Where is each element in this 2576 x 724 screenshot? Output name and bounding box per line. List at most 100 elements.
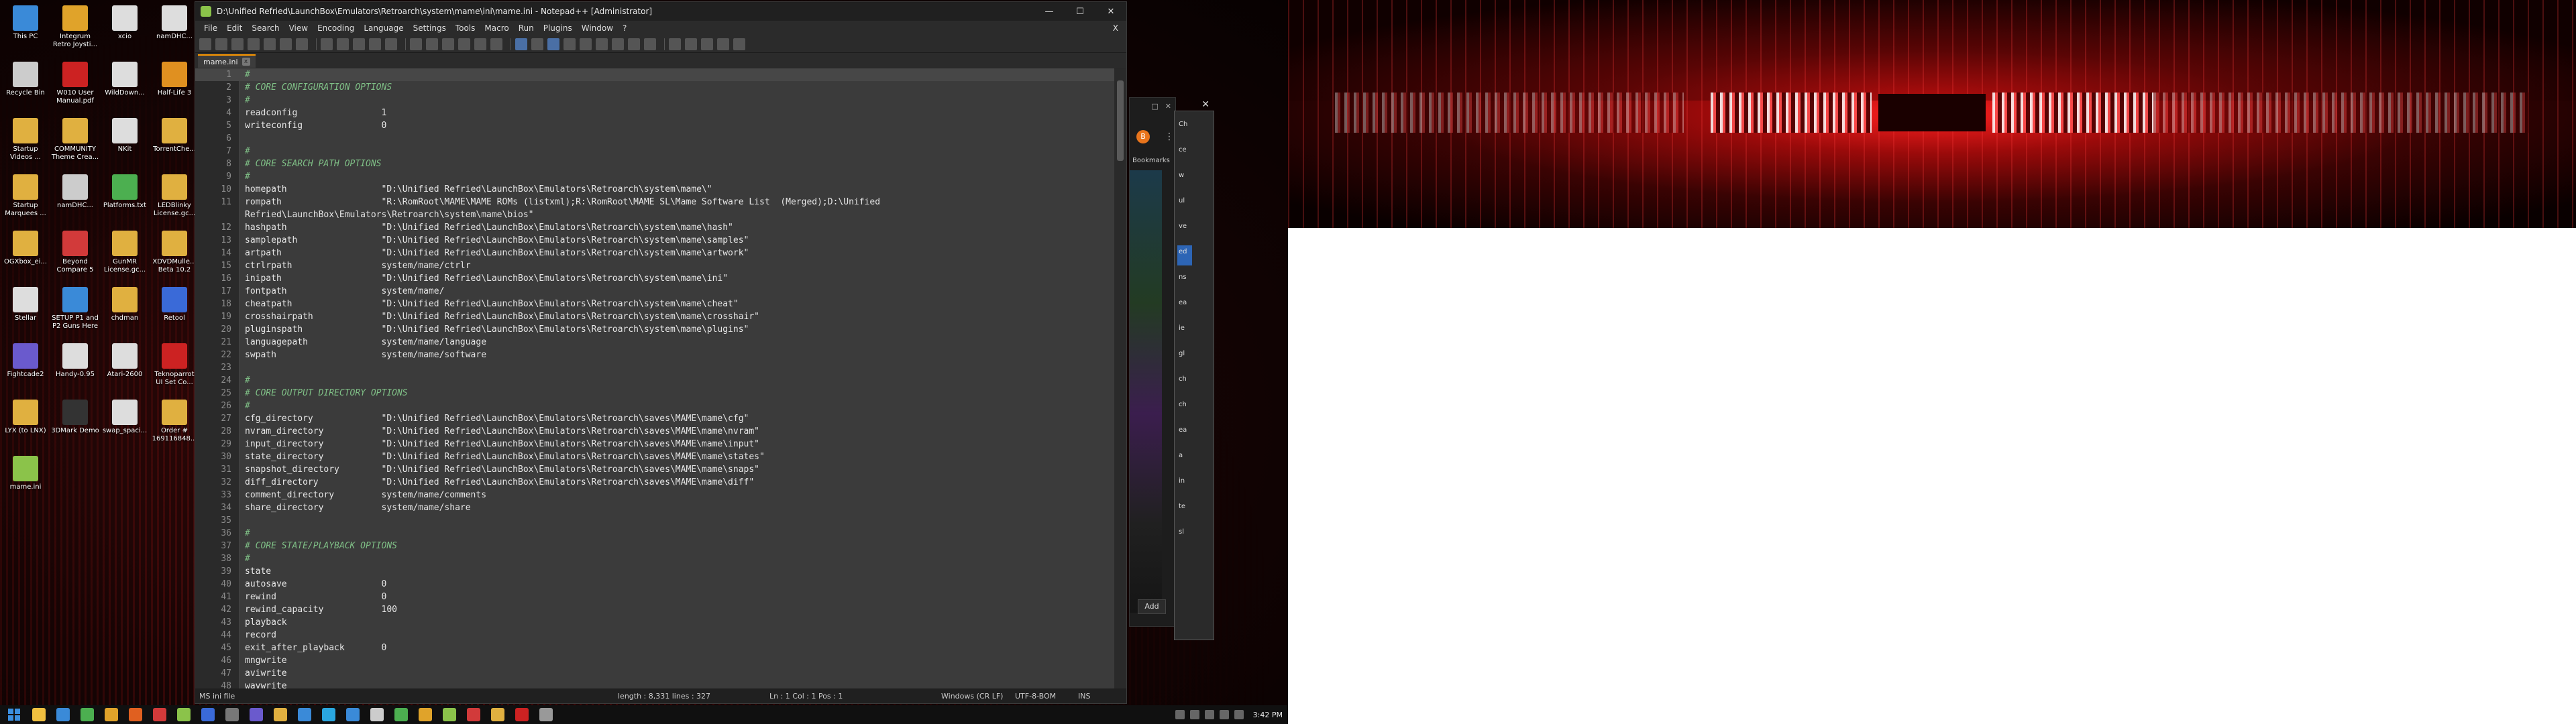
side-list-item[interactable]: ie [1179,324,1185,332]
desktop-icon[interactable]: Fightcade2 [1,343,50,379]
add-button[interactable]: Add [1138,599,1166,614]
tab-mame-ini[interactable]: mame.ini x [198,54,256,68]
side-list-item[interactable]: ea [1179,426,1187,434]
save-icon[interactable] [231,38,244,50]
desktop-icon[interactable]: Integrum Retro Joysti... [51,5,99,49]
start-button-icon[interactable] [8,709,20,721]
side-list-item[interactable]: ns [1179,274,1187,281]
find-icon[interactable] [410,38,422,50]
more-options-icon[interactable]: ⋮ [1165,131,1174,142]
maximize-button[interactable]: ☐ [1065,2,1095,21]
side-list-item[interactable]: in [1179,477,1185,485]
code-line[interactable]: 6 [195,132,1114,145]
udl-icon[interactable] [564,38,576,50]
desktop-icon[interactable]: SETUP P1 and P2 Guns Here [51,287,99,330]
code-line[interactable]: 42 rewind_capacity 100 [195,603,1114,616]
desktop-icon[interactable]: Stellar [1,287,50,322]
record-macro-icon[interactable] [669,38,681,50]
code-line[interactable]: 30 state_directory "D:\Unified Refried\La… [195,450,1114,463]
monitoring-icon[interactable] [644,38,656,50]
code-line[interactable]: 29 input_directory "D:\Unified Refried\La… [195,438,1114,450]
clock[interactable]: 3:42 PM [1253,711,1283,719]
code-line[interactable]: 39 state [195,565,1114,578]
code-line[interactable]: 18 cheatpath "D:\Unified Refried\LaunchBo… [195,298,1114,310]
taskbar-app-icon[interactable] [32,708,46,721]
desktop-icon[interactable]: Atari-2600 [101,343,149,379]
code-line[interactable]: 24 # [195,374,1114,387]
desktop-icon[interactable]: mame.ini [1,456,50,491]
menu-help[interactable]: ? [618,23,631,33]
taskbar-app-icon[interactable] [201,708,215,721]
side-list-item[interactable]: a [1179,452,1183,459]
zoom-out-icon[interactable] [458,38,470,50]
code-line[interactable]: 47 aviwrite [195,667,1114,680]
desktop-icon[interactable]: namDHC... [150,5,199,41]
play-macro-multiple-icon[interactable] [717,38,729,50]
tray-icon[interactable] [1175,710,1185,719]
panel-restore-button[interactable]: □ [1151,102,1158,114]
close-icon[interactable] [264,38,276,50]
desktop-icon[interactable]: W010 User Manual.pdf [51,62,99,105]
side-list-item[interactable]: ul [1179,197,1185,204]
desktop-icon[interactable]: NKit [101,118,149,154]
panel-close-button[interactable]: ✕ [1165,102,1171,114]
status-encoding[interactable]: UTF-8-BOM [1015,692,1056,701]
folder-workspace-icon[interactable] [628,38,640,50]
desktop-icon[interactable]: 3DMark Demo [51,400,99,435]
side-list-item[interactable]: ve [1179,223,1187,230]
code-line[interactable]: 20 pluginspath "D:\Unified Refried\Launch… [195,323,1114,336]
code-line[interactable]: 10 homepath "D:\Unified Refried\LaunchBox… [195,183,1114,196]
vertical-scrollbar[interactable] [1114,68,1126,688]
taskbar-app-icon[interactable] [346,708,360,721]
taskbar-app-icon[interactable] [491,708,504,721]
code-line[interactable]: 27 cfg_directory "D:\Unified Refried\Laun… [195,412,1114,425]
doc-list-icon[interactable] [596,38,608,50]
menu-language[interactable]: Language [359,23,408,33]
zoom-in-icon[interactable] [442,38,454,50]
function-list-icon[interactable] [612,38,624,50]
open-file-icon[interactable] [215,38,227,50]
redo-icon[interactable] [385,38,397,50]
desktop-icon[interactable]: namDHC... [51,174,99,210]
taskbar-app-icon[interactable] [539,708,553,721]
paste-icon[interactable] [353,38,365,50]
desktop-icon[interactable]: TorrentChe... [150,118,199,154]
menu-file[interactable]: File [199,23,222,33]
code-line[interactable]: 33 comment_directory system/mame/comments [195,489,1114,501]
taskbar-app-icon[interactable] [129,708,142,721]
desktop-icon[interactable]: Handy-0.95 [51,343,99,379]
indent-guide-icon[interactable] [547,38,559,50]
desktop-icon[interactable]: XDVDMulle... Beta 10.2 [150,231,199,274]
code-line[interactable]: 31 snapshot_directory "D:\Unified Refried… [195,463,1114,476]
desktop-icon[interactable]: Startup Videos ... [1,118,50,162]
new-file-icon[interactable] [199,38,211,50]
code-line[interactable]: 37 # CORE STATE/PLAYBACK OPTIONS [195,540,1114,552]
code-line[interactable]: 4 readconfig 1 [195,107,1114,119]
taskbar-app-icon[interactable] [322,708,335,721]
save-all-icon[interactable] [248,38,260,50]
volume-icon[interactable] [1234,710,1244,719]
close-all-icon[interactable] [280,38,292,50]
code-line[interactable]: 21 languagepath system/mame/language [195,336,1114,349]
side-list-item[interactable]: ch [1179,375,1187,383]
close-window-button[interactable]: ✕ [1095,2,1126,21]
code-line[interactable]: 46 mngwrite [195,654,1114,667]
desktop-icon[interactable]: Startup Marquees ... [1,174,50,218]
desktop-icon[interactable]: Half-Life 3 [150,62,199,97]
code-line[interactable]: 23 [195,361,1114,374]
copy-icon[interactable] [337,38,349,50]
code-line[interactable]: 7 # [195,145,1114,158]
taskbar-app-icon[interactable] [105,708,118,721]
code-line[interactable]: 17 fontpath system/mame/ [195,285,1114,298]
desktop-icon[interactable]: Recycle Bin [1,62,50,97]
editor-area[interactable]: 1 #2 # CORE CONFIGURATION OPTIONS 3 #4 readco… [195,68,1114,688]
desktop-icon[interactable]: xcio [101,5,149,41]
scrollbar-thumb[interactable] [1117,80,1124,161]
menu-edit[interactable]: Edit [222,23,247,33]
code-line[interactable]: 35 [195,514,1114,527]
side-window-close-button[interactable]: ✕ [1201,99,1210,110]
code-line[interactable]: 12 hashpath "D:\Unified Refried\LaunchBox… [195,221,1114,234]
code-line[interactable]: 5 writeconfig 0 [195,119,1114,132]
desktop-icon[interactable]: Teknoparrot UI Set Co... [150,343,199,387]
taskbar-app-icon[interactable] [370,708,384,721]
